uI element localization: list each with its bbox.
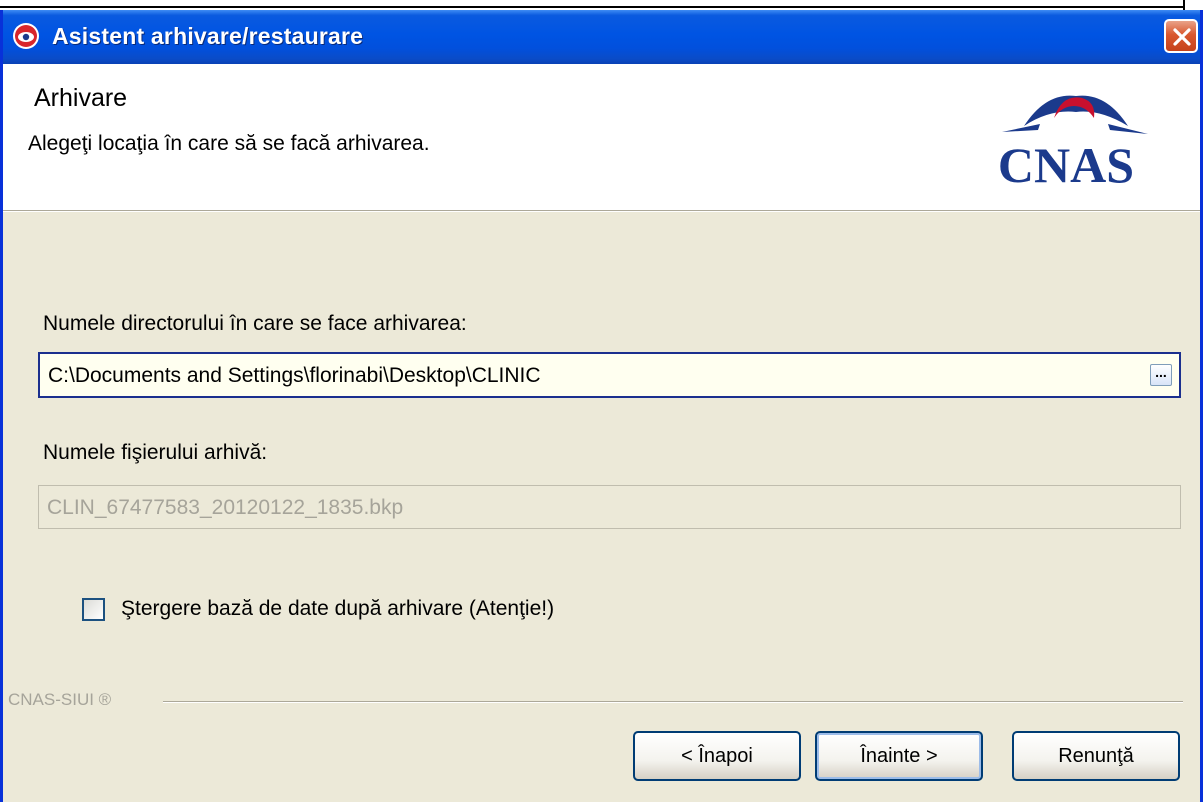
window-title: Asistent arhivare/restaurare <box>52 23 364 49</box>
title-bar[interactable]: Asistent arhivare/restaurare <box>3 10 1200 64</box>
browse-button[interactable]: ... <box>1150 364 1172 386</box>
close-icon <box>1173 28 1191 46</box>
app-icon <box>13 23 39 49</box>
wizard-window: Asistent arhivare/restaurare Arhivare Al… <box>0 10 1203 802</box>
dir-label: Numele directorului în care se face arhi… <box>43 312 467 335</box>
close-button[interactable] <box>1164 19 1198 53</box>
file-label: Numele fişierului arhivă: <box>43 441 268 464</box>
svg-text:CNAS: CNAS <box>998 137 1134 193</box>
brand-footer: CNAS-SIUI ® <box>8 690 112 709</box>
directory-value[interactable]: C:\Documents and Settings\florinabi\Desk… <box>48 364 541 388</box>
archive-file-value: CLIN_67477583_20120122_1835.bkp <box>47 496 404 519</box>
footer-divider <box>163 701 1183 703</box>
archive-file-field: CLIN_67477583_20120122_1835.bkp <box>38 485 1181 529</box>
directory-field[interactable]: C:\Documents and Settings\florinabi\Desk… <box>38 352 1181 398</box>
cnas-logo: CNAS <box>998 95 1148 193</box>
cancel-button[interactable]: Renunţă <box>1012 731 1180 781</box>
delete-db-label[interactable]: Ştergere bază de date după arhivare (Ate… <box>121 597 554 621</box>
page-title: Arhivare <box>34 84 128 112</box>
top-rule <box>0 0 1203 10</box>
wizard-header: Arhivare Alegeţi locaţia în care să se f… <box>3 64 1200 212</box>
back-button[interactable]: < Înapoi <box>633 731 801 781</box>
next-button[interactable]: Înainte > <box>815 731 983 781</box>
delete-db-checkbox[interactable] <box>82 598 105 621</box>
page-subtitle: Alegeţi locaţia în care să se facă arhiv… <box>28 132 430 155</box>
